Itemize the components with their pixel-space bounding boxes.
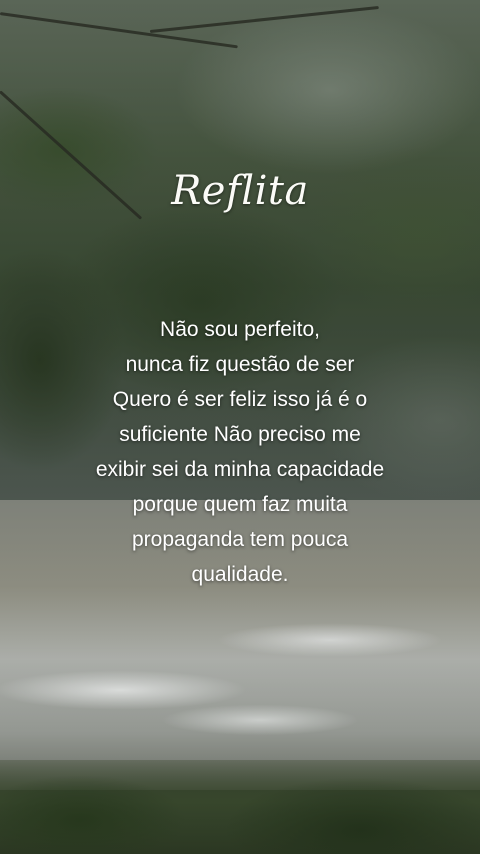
quote-line: suficiente Não preciso me: [119, 423, 361, 446]
quote-line: propaganda tem pouca: [132, 528, 348, 551]
quote-line: Não sou perfeito,: [160, 318, 320, 341]
page-title: Reflita: [171, 168, 309, 214]
quote-line: porque quem faz muita: [132, 493, 348, 516]
quote-line: nunca fiz questão de ser: [125, 353, 355, 376]
quote-text: Não sou perfeito, nunca fiz questão de s…: [40, 312, 440, 592]
quote-line: Quero é ser feliz isso já é o: [112, 388, 368, 411]
quote-line: exibir sei da minha capacidade: [95, 458, 385, 481]
quote-line: qualidade.: [191, 563, 289, 586]
